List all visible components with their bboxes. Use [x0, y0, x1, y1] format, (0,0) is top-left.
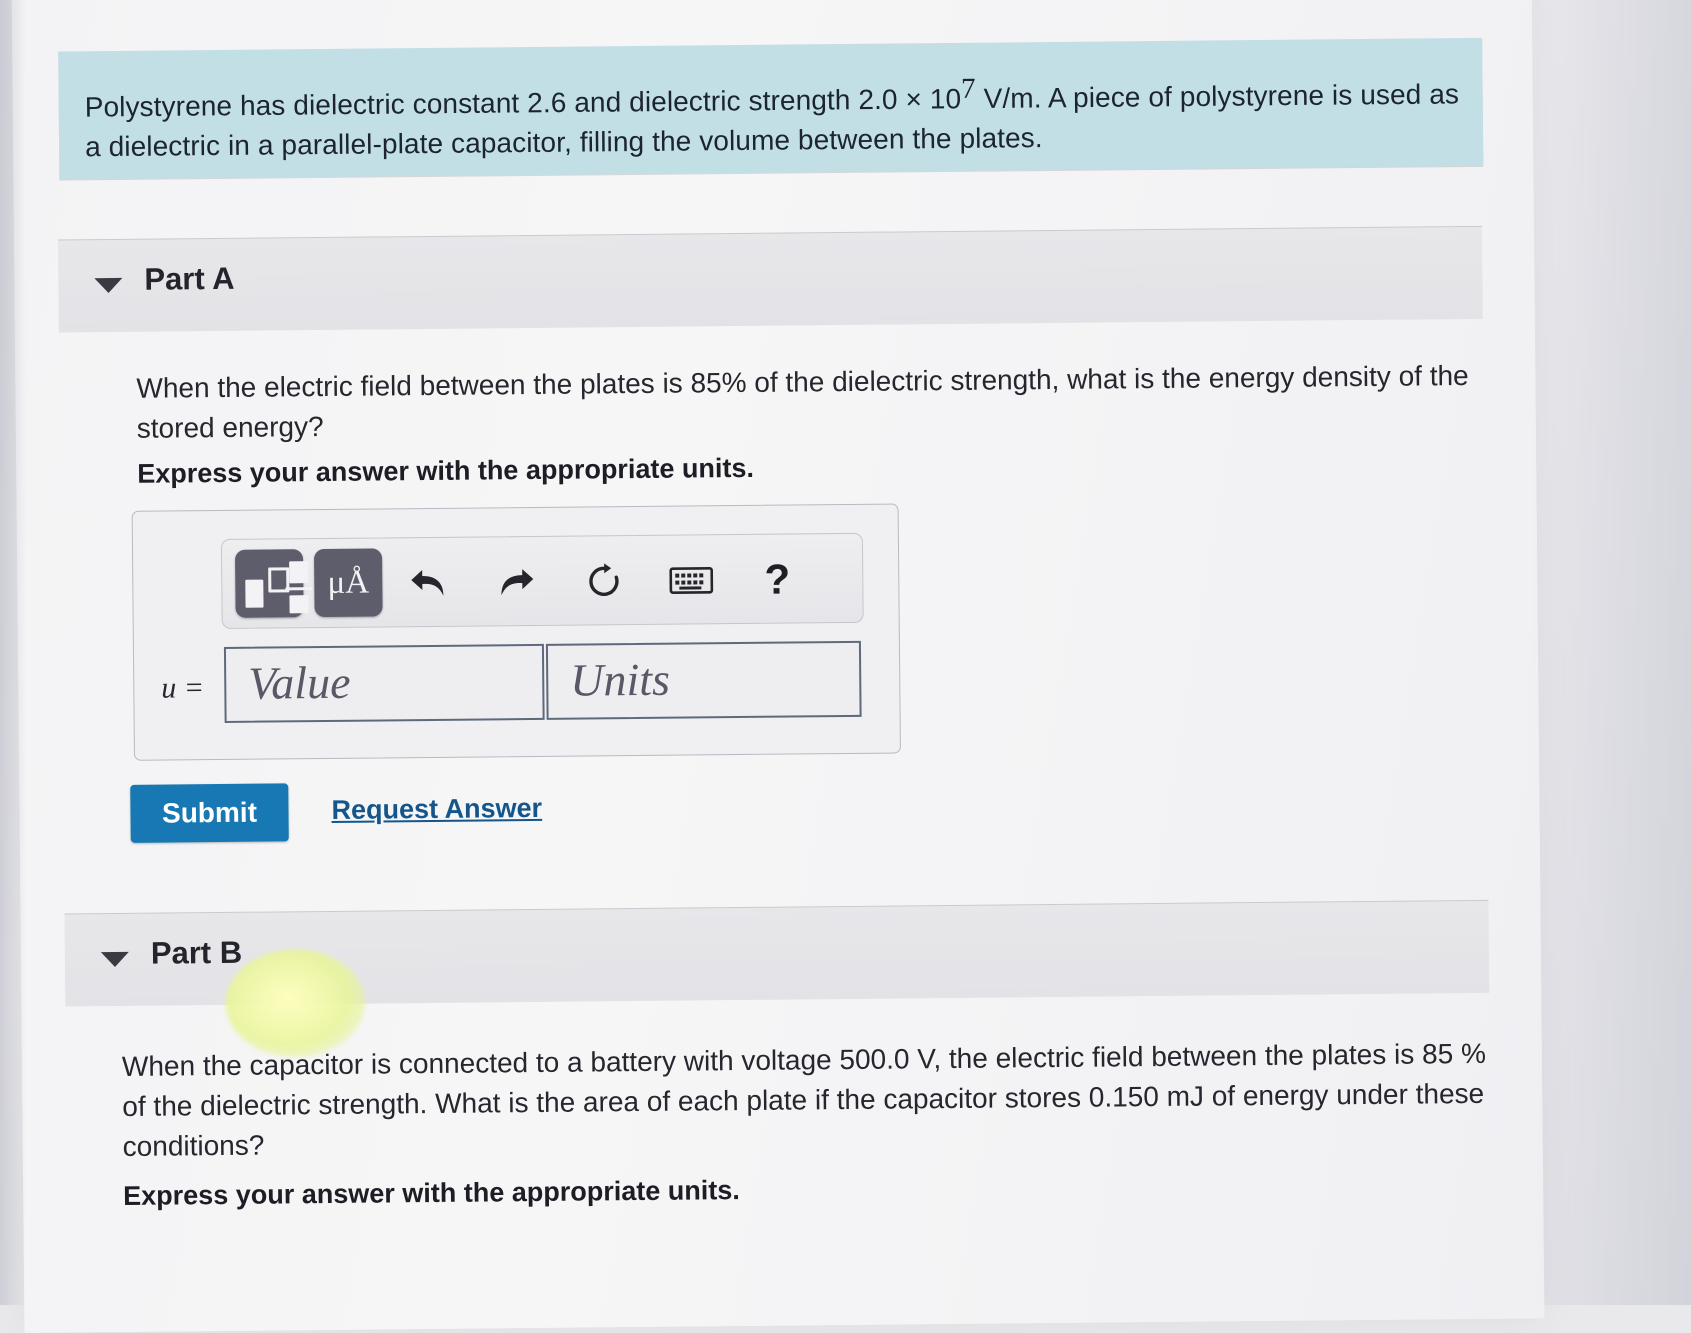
undo-icon [411, 570, 444, 596]
template-icon-rect-1 [245, 579, 264, 608]
part-b-question: When the capacitor is connected to a bat… [121, 1037, 1487, 1162]
help-button[interactable]: ? [746, 548, 809, 611]
units-button[interactable]: μÅ [313, 548, 383, 618]
equation-label: u = [161, 671, 205, 705]
reset-icon [589, 563, 619, 596]
part-header-b[interactable]: Part B [64, 899, 1490, 1007]
units-icon-label: μÅ [327, 564, 370, 601]
reset-button[interactable] [573, 550, 636, 613]
template-icon-rect-3 [289, 561, 309, 584]
request-answer-link[interactable]: Request Answer [331, 793, 542, 826]
part-a-instruction: Express your answer with the appropriate… [137, 452, 755, 489]
value-input[interactable]: Value [223, 643, 545, 723]
template-icon-rect-4 [289, 595, 309, 614]
redo-icon [501, 569, 534, 596]
page: Polystyrene has dielectric constant 2.6 … [0, 0, 1691, 1333]
template-icon-bar [285, 587, 313, 591]
units-placeholder: Units [570, 653, 671, 706]
template-button[interactable] [234, 549, 313, 618]
part-a-answer-box: μÅ ? u = Value Units [131, 503, 901, 761]
keyboard-icon [669, 566, 714, 594]
keyboard-button[interactable] [660, 549, 723, 612]
part-a-title: Part A [144, 260, 235, 297]
problem-text-part1: Polystyrene has dielectric constant 2.6 … [84, 83, 962, 123]
undo-button[interactable] [397, 552, 460, 615]
triangle-down-icon[interactable] [100, 951, 129, 968]
answer-toolbar: μÅ ? [220, 532, 864, 629]
submit-button[interactable]: Submit [130, 783, 289, 843]
part-a-question: When the electric field between the plat… [136, 360, 1469, 444]
redo-button[interactable] [485, 551, 548, 614]
problem-statement-box: Polystyrene has dielectric constant 2.6 … [58, 37, 1484, 180]
problem-exponent: 7 [960, 72, 976, 105]
part-b-title: Part B [150, 934, 243, 971]
part-header-a[interactable]: Part A [57, 225, 1483, 333]
part-b-instruction: Express your answer with the appropriate… [123, 1175, 740, 1211]
triangle-down-icon[interactable] [94, 277, 123, 294]
problem-statement-text: Polystyrene has dielectric constant 2.6 … [84, 64, 1465, 168]
units-input[interactable]: Units [545, 640, 862, 720]
value-placeholder: Value [248, 656, 351, 709]
